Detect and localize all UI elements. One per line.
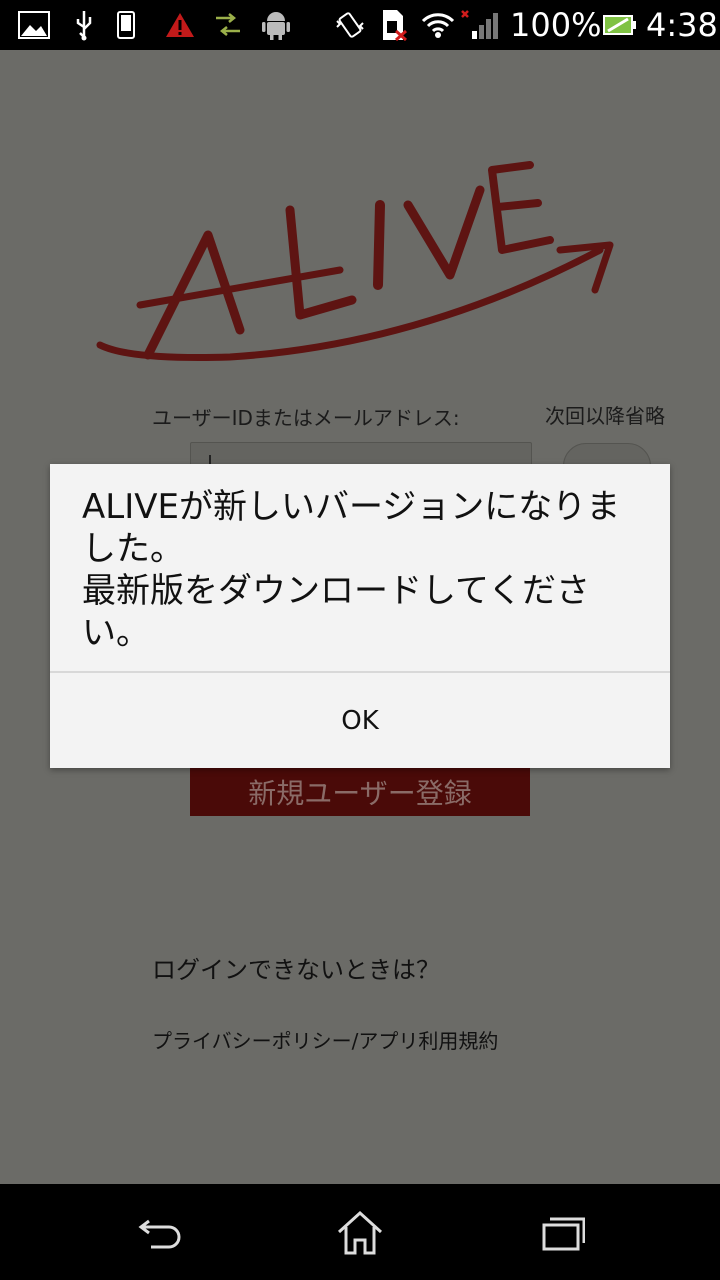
navigation-bar: [0, 1184, 720, 1280]
recent-apps-icon[interactable]: [530, 1208, 590, 1258]
status-bar: 100% 4:38: [0, 0, 720, 50]
alive-logo: [90, 145, 630, 375]
wifi-icon: [420, 9, 456, 41]
phone-icon: [110, 9, 142, 41]
user-id-label: ユーザーIDまたはメールアドレス:: [152, 406, 460, 430]
battery-icon: [602, 9, 636, 41]
forgot-login-link[interactable]: ログインできないときは？: [152, 950, 440, 985]
clock: 4:38: [646, 6, 718, 44]
register-button[interactable]: 新規ユーザー登録: [190, 768, 530, 816]
usb-icon: [68, 9, 100, 41]
update-dialog: ALIVEが新しいバージョンになりました。 最新版をダウンロードしてください。 …: [50, 464, 670, 768]
warning-icon: [164, 9, 196, 41]
vibrate-icon: [334, 9, 366, 41]
back-icon[interactable]: [130, 1208, 190, 1258]
privacy-policy-link[interactable]: プライバシーポリシー/アプリ利用規約: [152, 1025, 498, 1054]
dialog-message: ALIVEが新しいバージョンになりました。 最新版をダウンロードしてください。: [82, 487, 621, 653]
sim-error-icon: [378, 9, 410, 41]
signal-icon: [460, 9, 500, 41]
ok-button[interactable]: OK: [50, 673, 670, 768]
battery-percent: 100%: [510, 6, 602, 44]
home-icon[interactable]: [330, 1208, 390, 1258]
android-icon: [260, 9, 292, 41]
skip-next-time-label: 次回以降省略: [545, 404, 665, 428]
image-icon: [18, 9, 50, 41]
transfer-icon: [212, 9, 244, 41]
